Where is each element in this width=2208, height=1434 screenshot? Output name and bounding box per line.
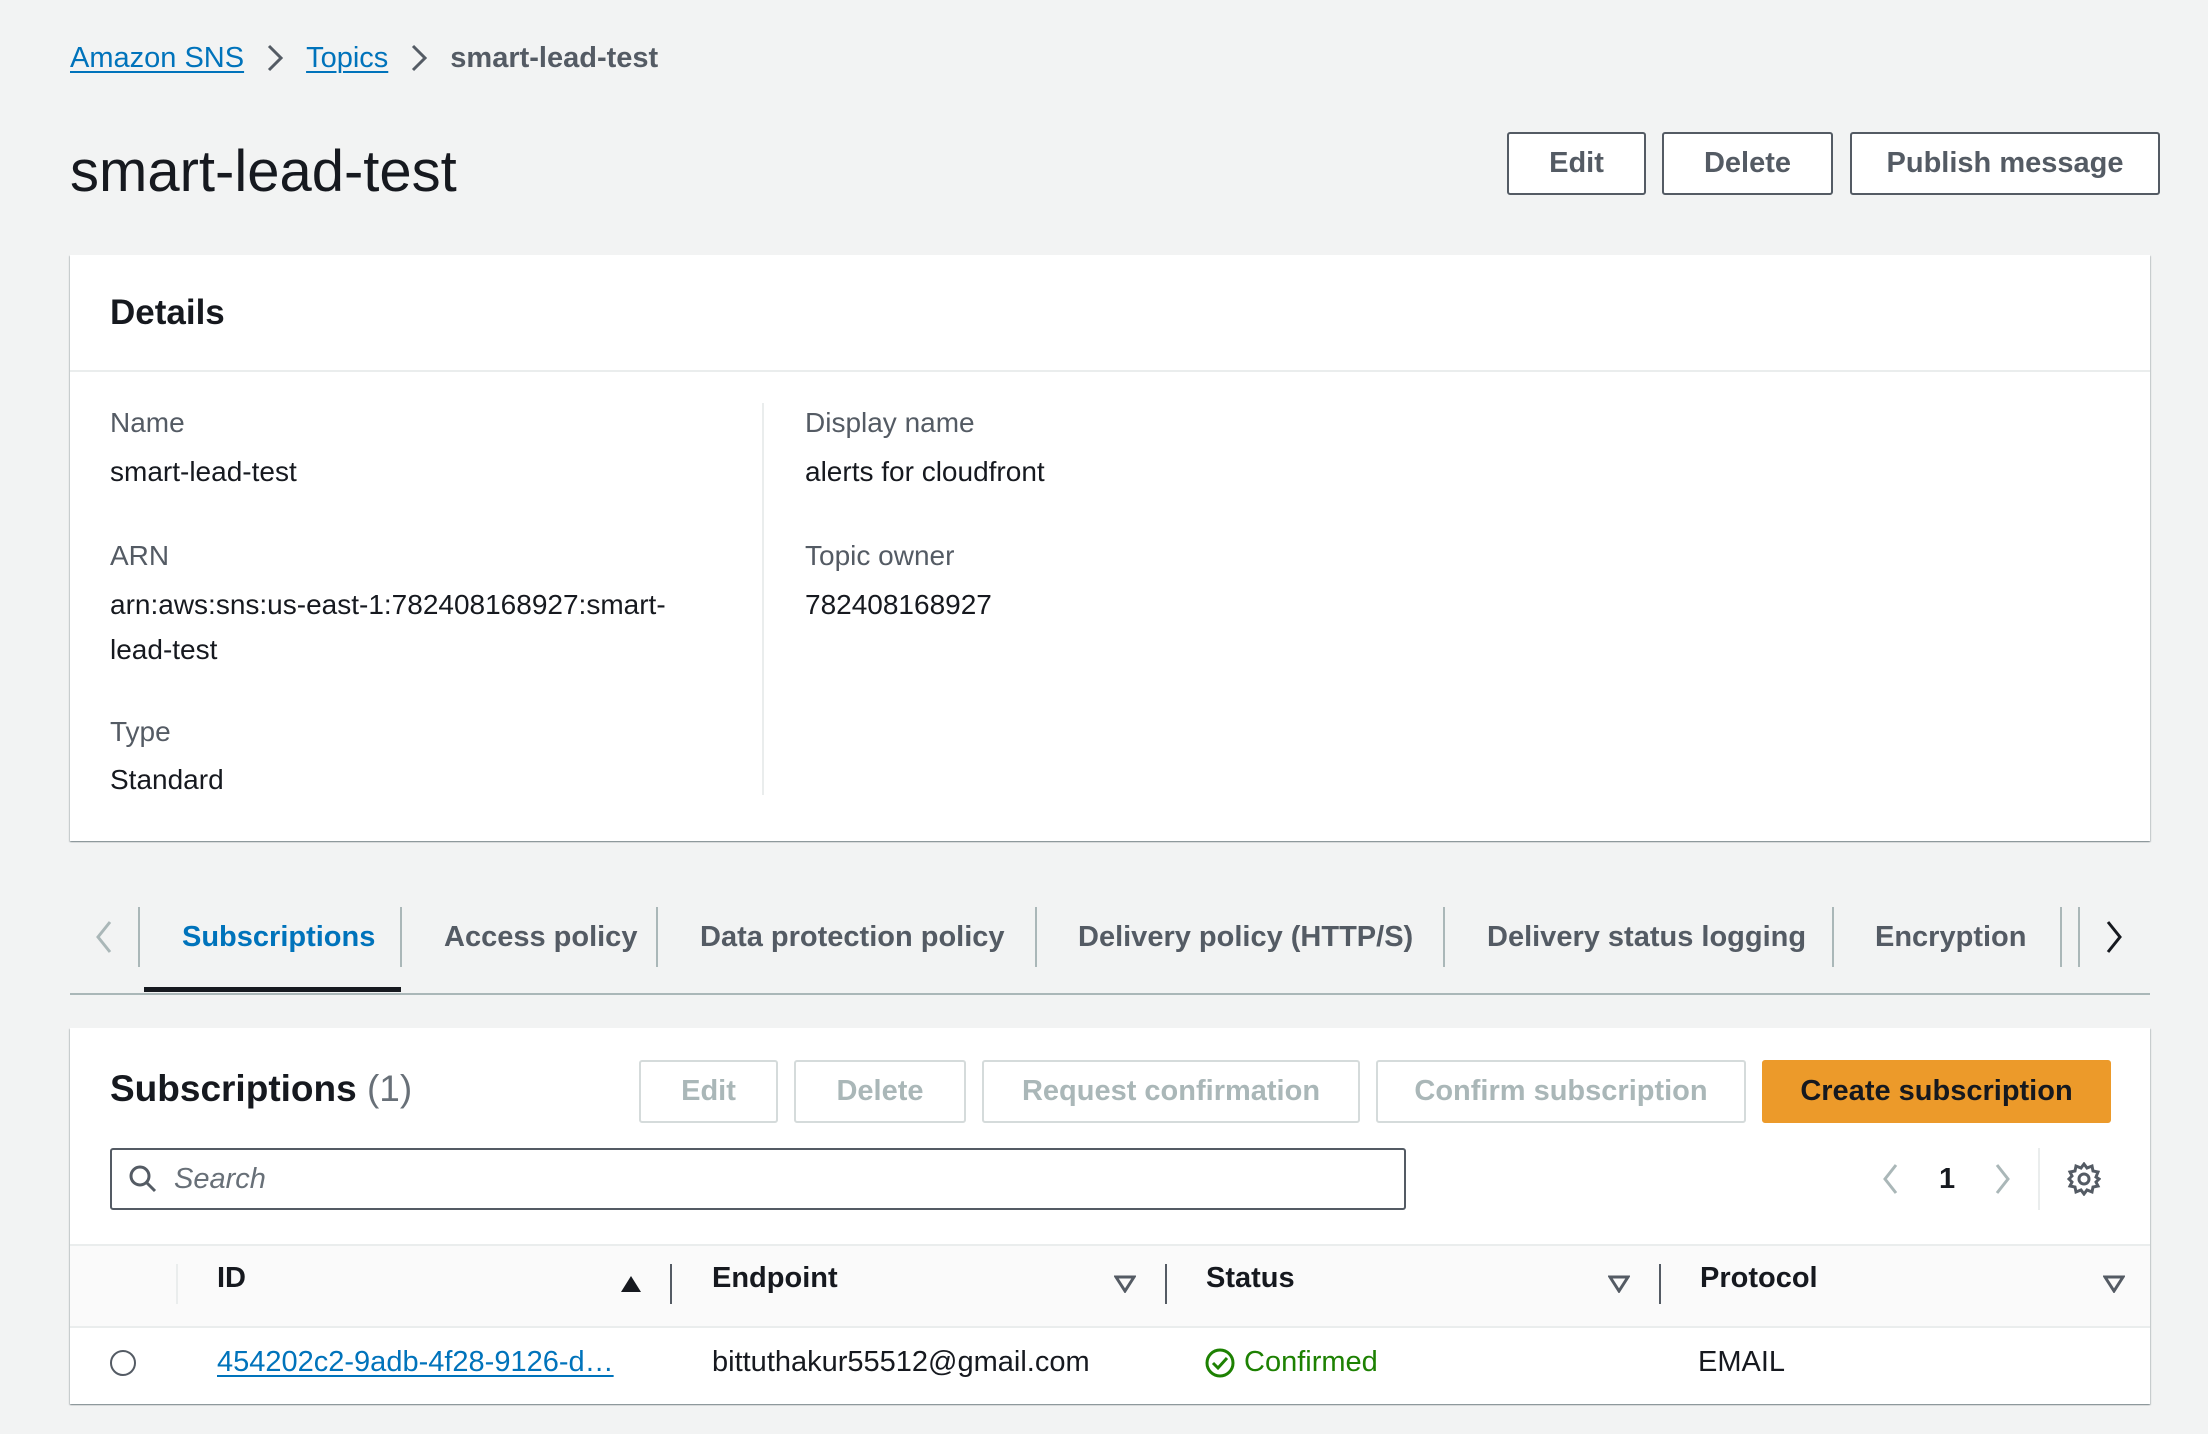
- subscription-id-link[interactable]: 454202c2-9adb-4f28-9126-d…: [217, 1346, 614, 1379]
- sort-caret-down-icon[interactable]: [1113, 1275, 1137, 1298]
- tab-separator: [1443, 907, 1445, 967]
- search-input[interactable]: [172, 1161, 1376, 1197]
- arn-value-line1: arn:aws:sns:us-east-1:782408168927:smart…: [110, 589, 666, 620]
- request-confirmation-button[interactable]: Request confirmation: [982, 1060, 1360, 1123]
- chevron-right-icon: [266, 43, 284, 73]
- publish-message-button[interactable]: Publish message: [1850, 132, 2160, 195]
- tab-separator: [656, 907, 658, 967]
- type-value: Standard: [110, 764, 224, 795]
- details-title: Details: [110, 293, 225, 332]
- column-separator: [176, 1264, 178, 1304]
- search-field[interactable]: [110, 1148, 1406, 1210]
- confirm-subscription-button[interactable]: Confirm subscription: [1376, 1060, 1746, 1123]
- status-cell: Confirmed: [1204, 1346, 1378, 1379]
- tab-separator: [1035, 907, 1037, 967]
- row-select-radio[interactable]: [110, 1350, 136, 1376]
- delete-subscription-button[interactable]: Delete: [794, 1060, 966, 1123]
- breadcrumb-current: smart-lead-test: [450, 41, 659, 74]
- create-subscription-button[interactable]: Create subscription: [1762, 1060, 2111, 1123]
- active-tab-indicator: [144, 987, 401, 992]
- status-text: Confirmed: [1244, 1346, 1378, 1378]
- tabs-scroll-left-icon[interactable]: [92, 918, 116, 961]
- subscriptions-title-text: Subscriptions: [110, 1068, 357, 1109]
- tab-separator: [2078, 907, 2080, 967]
- gear-icon[interactable]: [2066, 1161, 2102, 1201]
- check-circle-icon: [1204, 1347, 1236, 1379]
- subscriptions-title: Subscriptions (1): [110, 1068, 412, 1110]
- pagination-previous-icon[interactable]: [1880, 1161, 1902, 1202]
- column-header-id[interactable]: ID: [217, 1262, 246, 1295]
- table-header: [70, 1244, 2150, 1328]
- tab-separator: [1832, 907, 1834, 967]
- tab-separator: [2060, 907, 2062, 967]
- column-separator: [1659, 1264, 1661, 1304]
- arn-value-line2: lead-test: [110, 634, 218, 665]
- arn-label: ARN: [110, 540, 170, 571]
- search-icon: [128, 1164, 158, 1194]
- display-name-value: alerts for cloudfront: [805, 456, 1045, 487]
- tabs-scroll-right-icon[interactable]: [2102, 918, 2126, 961]
- tab-data-protection-policy[interactable]: Data protection policy: [700, 910, 1005, 964]
- tab-delivery-policy[interactable]: Delivery policy (HTTP/S): [1078, 910, 1413, 964]
- pagination-divider: [2038, 1148, 2040, 1210]
- sort-caret-down-icon[interactable]: [2102, 1275, 2126, 1298]
- breadcrumb-amazon-sns[interactable]: Amazon SNS: [70, 42, 244, 75]
- page-title: smart-lead-test: [70, 139, 457, 204]
- column-separator: [670, 1264, 672, 1304]
- sort-caret-down-icon[interactable]: [1607, 1275, 1631, 1298]
- pagination-current-page[interactable]: 1: [1939, 1163, 1955, 1196]
- sort-ascending-icon[interactable]: [619, 1274, 643, 1299]
- name-label: Name: [110, 407, 185, 438]
- column-header-status[interactable]: Status: [1206, 1262, 1295, 1295]
- edit-topic-button[interactable]: Edit: [1507, 132, 1646, 195]
- type-label: Type: [110, 716, 171, 747]
- tab-subscriptions[interactable]: Subscriptions: [182, 910, 375, 964]
- tab-access-policy[interactable]: Access policy: [444, 910, 637, 964]
- tab-separator: [138, 907, 140, 967]
- name-value: smart-lead-test: [110, 456, 297, 487]
- tab-separator: [400, 907, 402, 967]
- column-header-endpoint[interactable]: Endpoint: [712, 1262, 838, 1295]
- details-panel: Details Name smart-lead-test ARN arn:aws…: [70, 255, 2150, 841]
- breadcrumb: Amazon SNS Topics smart-lead-test: [70, 38, 658, 78]
- chevron-right-icon: [410, 43, 428, 73]
- column-separator: [1165, 1264, 1167, 1304]
- details-column-divider: [762, 403, 764, 795]
- endpoint-cell: bittuthakur55512@gmail.com: [712, 1346, 1090, 1378]
- tab-delivery-status-logging[interactable]: Delivery status logging: [1487, 910, 1806, 964]
- topic-owner-label: Topic owner: [805, 540, 955, 571]
- subscriptions-count: (1): [366, 1068, 413, 1109]
- protocol-cell: EMAIL: [1698, 1346, 1786, 1378]
- details-divider: [70, 370, 2150, 372]
- column-header-protocol[interactable]: Protocol: [1700, 1262, 1818, 1295]
- pagination-next-icon[interactable]: [1991, 1161, 2013, 1202]
- display-name-label: Display name: [805, 407, 975, 438]
- tab-encryption[interactable]: Encryption: [1875, 910, 2026, 964]
- tabs-bottom-border: [70, 993, 2150, 995]
- delete-topic-button[interactable]: Delete: [1662, 132, 1833, 195]
- edit-subscription-button[interactable]: Edit: [639, 1060, 778, 1123]
- breadcrumb-topics[interactable]: Topics: [306, 42, 388, 75]
- topic-owner-value: 782408168927: [805, 589, 992, 620]
